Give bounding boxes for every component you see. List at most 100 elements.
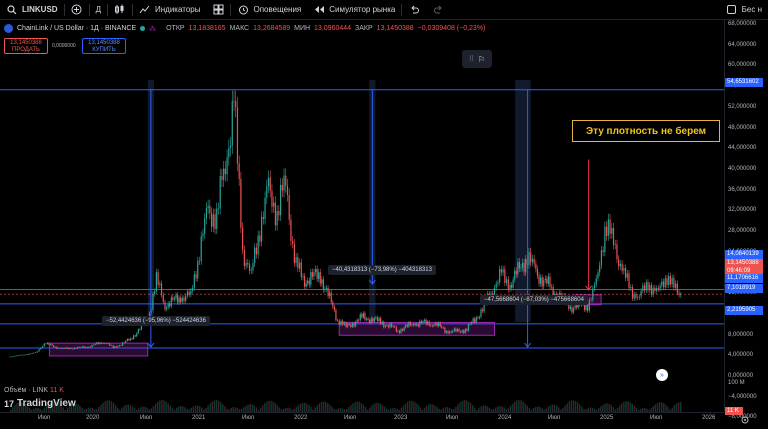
price-tick-label: 64,000000 bbox=[728, 41, 757, 48]
candle-body bbox=[543, 280, 545, 287]
candle-body bbox=[190, 290, 192, 295]
volume-bar bbox=[251, 404, 253, 412]
compare-button[interactable] bbox=[65, 0, 89, 20]
axis-settings-button[interactable] bbox=[740, 415, 750, 425]
candle-body bbox=[123, 342, 125, 344]
candle-body bbox=[314, 269, 317, 273]
candle-body bbox=[367, 318, 369, 321]
drag-handle-icon[interactable]: ⠿ bbox=[469, 55, 474, 63]
candle-body bbox=[297, 257, 299, 269]
candle-body bbox=[626, 273, 628, 278]
candle-body bbox=[169, 303, 171, 307]
annotation-label[interactable]: Эту плотность не берем bbox=[572, 120, 720, 142]
candle-body bbox=[173, 298, 176, 300]
candle-body bbox=[461, 330, 463, 333]
candle-body bbox=[271, 190, 273, 207]
chart-type-button[interactable] bbox=[108, 0, 132, 20]
level-tag-4: 7,1018919 bbox=[725, 284, 763, 293]
candle-body bbox=[495, 283, 497, 288]
measure-label-1[interactable]: −52,4424636 (−95,96%) −524424636 bbox=[102, 316, 210, 326]
candle-body bbox=[621, 263, 623, 271]
volume-bar bbox=[266, 401, 268, 412]
window-icon bbox=[726, 4, 738, 16]
candle-body bbox=[36, 351, 38, 353]
candle-body bbox=[73, 347, 76, 350]
candle-body bbox=[514, 270, 516, 280]
candle-body bbox=[481, 309, 484, 312]
volume-bar bbox=[461, 400, 463, 412]
candle-body bbox=[96, 342, 98, 345]
volume-bar bbox=[373, 403, 375, 412]
interval-button[interactable]: Д bbox=[90, 0, 107, 20]
volume-bar bbox=[209, 403, 211, 412]
measure-label-2[interactable]: −40,4318313 (−73,98%) −404318313 bbox=[328, 265, 436, 275]
tradingview-logo[interactable]: 17 TradingView bbox=[4, 398, 76, 409]
layouts-button[interactable] bbox=[206, 0, 230, 20]
candle-body bbox=[637, 297, 639, 298]
sell-button[interactable]: 13,1450388 ПРОДАТЬ bbox=[4, 38, 48, 54]
layout-label: Бес н bbox=[741, 5, 762, 14]
candle-body bbox=[195, 274, 197, 279]
candle-body bbox=[89, 346, 92, 348]
candle-body bbox=[616, 244, 618, 260]
flag-icon[interactable]: ⚐ bbox=[478, 55, 485, 64]
top-toolbar: LINKUSD Д Индикаторы Оповещения Симулято… bbox=[0, 0, 768, 20]
alerts-button[interactable]: Оповещения bbox=[231, 0, 307, 20]
candle-body bbox=[406, 324, 408, 327]
volume-axis-value: 100 M bbox=[728, 380, 745, 386]
candle-body bbox=[661, 281, 663, 286]
candle-body bbox=[41, 346, 44, 348]
undo-button[interactable] bbox=[402, 0, 426, 20]
buy-price: 13,1450388 bbox=[88, 40, 120, 46]
candle-body bbox=[356, 319, 358, 323]
replay-button[interactable]: Симулятор рынка bbox=[307, 0, 401, 20]
redo-button[interactable] bbox=[426, 0, 450, 20]
candle-body bbox=[477, 317, 479, 319]
candle-body bbox=[164, 302, 166, 310]
candle-body bbox=[62, 348, 64, 350]
measure-label-3[interactable]: −47,5668604 (−87,03%) −475668604 bbox=[480, 295, 588, 305]
candle-body bbox=[327, 287, 329, 297]
candle-body bbox=[128, 339, 130, 341]
candle-body bbox=[186, 291, 189, 296]
candle-body bbox=[502, 269, 504, 273]
alerts-label: Оповещения bbox=[253, 5, 302, 14]
candle-body bbox=[313, 272, 315, 277]
symbol-search[interactable]: LINKUSD bbox=[0, 0, 64, 20]
volume-value: 11 K bbox=[50, 387, 64, 394]
candle-body bbox=[245, 262, 247, 266]
chart-pane[interactable] bbox=[0, 20, 724, 412]
candle-body bbox=[654, 287, 656, 291]
candle-body bbox=[185, 295, 187, 302]
time-axis[interactable] bbox=[0, 412, 724, 429]
volume-bar bbox=[522, 401, 524, 412]
volume-bar bbox=[318, 403, 321, 412]
price-chart[interactable] bbox=[0, 20, 724, 412]
plus-circle-icon bbox=[71, 4, 83, 16]
time-tick-label: Июл bbox=[650, 415, 663, 421]
buy-button[interactable]: 13,1450388 КУПИТЬ bbox=[82, 38, 126, 54]
candle-body bbox=[419, 320, 421, 327]
go-to-realtime-button[interactable]: » bbox=[656, 369, 668, 381]
volume-bar bbox=[360, 402, 363, 412]
candle-body bbox=[585, 304, 587, 310]
drawing-mini-toolbar[interactable]: ⠿ ⚐ bbox=[462, 50, 492, 68]
layout-menu-button[interactable]: Бес н bbox=[720, 0, 768, 20]
candle-body bbox=[602, 250, 604, 253]
candle-body bbox=[523, 262, 525, 273]
candle-body bbox=[278, 210, 280, 216]
candle-body bbox=[630, 287, 632, 288]
legend-title[interactable]: ChainLink / US Dollar · 1Д · BINANCE bbox=[17, 25, 136, 32]
indicators-button[interactable]: Индикаторы bbox=[133, 0, 206, 20]
more-icon[interactable]: ⁂ bbox=[149, 25, 156, 33]
candle-body bbox=[645, 282, 647, 291]
volume-bar bbox=[213, 400, 216, 412]
candle-body bbox=[433, 324, 435, 327]
candle-body bbox=[233, 100, 235, 102]
candle-body bbox=[436, 322, 438, 327]
volume-bar bbox=[304, 402, 306, 412]
volume-bar bbox=[270, 400, 272, 412]
candle-body bbox=[85, 347, 87, 348]
candle-body bbox=[333, 306, 335, 311]
indicators-icon bbox=[139, 4, 151, 16]
